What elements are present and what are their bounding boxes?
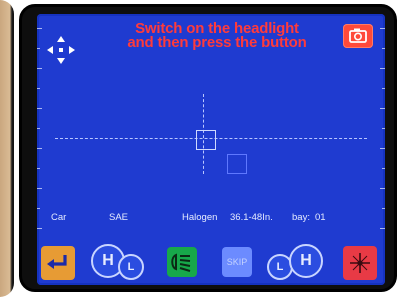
standard: SAE: [109, 212, 129, 223]
back-button[interactable]: [41, 246, 75, 280]
laser-button[interactable]: [343, 246, 377, 280]
headlight-button[interactable]: [167, 247, 197, 277]
back-arrow-icon: [47, 255, 67, 269]
height-range: 36.1-48In.: [230, 212, 273, 223]
low-beam-label-2: L: [276, 261, 284, 273]
bay-value: 01: [315, 212, 326, 223]
headlight-icon: [171, 253, 191, 272]
bottom-toolbar: H L SKIP L H: [37, 236, 385, 285]
high-beam-circle-2: H: [289, 244, 323, 278]
high-low-beam-button[interactable]: H L: [89, 244, 159, 282]
adjacent-device-edge: [0, 0, 14, 297]
low-beam-label: L: [127, 261, 135, 273]
low-high-beam-button[interactable]: L H: [265, 244, 337, 282]
skip-label: SKIP: [226, 257, 248, 267]
settings-info-row: Car SAE Halogen 36.1-48In. bay: 01: [37, 212, 385, 226]
high-beam-label: H: [102, 252, 114, 269]
lamp-type: Halogen: [182, 212, 218, 223]
vehicle-type: Car: [51, 212, 67, 223]
skip-button[interactable]: SKIP: [222, 247, 252, 277]
laser-crosshair-icon: [350, 253, 370, 273]
aligner-screen: Switch on the headlight and then press t…: [37, 14, 385, 285]
target-box: [196, 130, 216, 150]
hotspot-box: [227, 154, 247, 174]
low-beam-circle: L: [118, 254, 144, 280]
bay-label: bay:: [292, 212, 310, 223]
high-beam-label-2: H: [300, 252, 312, 269]
